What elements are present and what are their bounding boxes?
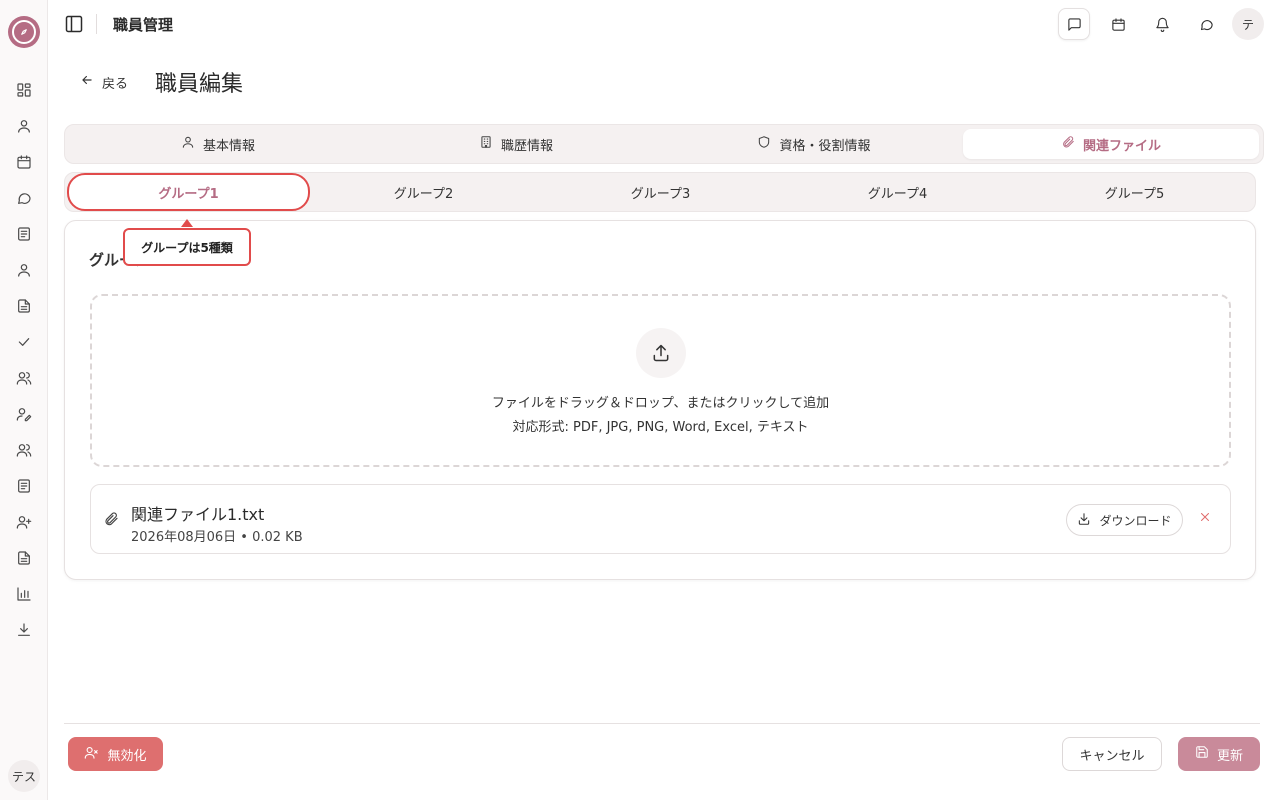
file-list-item: 関連ファイル1.txt 2026年08月06日 • 0.02 KB ダウンロード bbox=[90, 484, 1231, 554]
file-text-icon[interactable] bbox=[12, 546, 36, 570]
tab-label: 関連ファイル bbox=[1082, 138, 1161, 154]
tab-label: 基本情報 bbox=[202, 138, 255, 154]
bell-icon[interactable] bbox=[1146, 8, 1178, 40]
download-icon bbox=[1077, 512, 1091, 529]
dropzone-formats: 対応形式: PDF, JPG, PNG, Word, Excel, テキスト bbox=[512, 420, 809, 435]
paperclip-icon bbox=[103, 511, 119, 527]
paperclip-icon bbox=[1061, 135, 1075, 153]
dashboard-icon[interactable] bbox=[12, 78, 36, 102]
user-icon bbox=[181, 135, 195, 153]
users-icon[interactable] bbox=[12, 366, 36, 390]
user-icon[interactable] bbox=[12, 114, 36, 138]
file-dropzone[interactable]: ファイルをドラッグ＆ドロップ、またはクリックして追加 対応形式: PDF, JP… bbox=[90, 294, 1231, 467]
message-circle-icon[interactable] bbox=[1190, 8, 1222, 40]
main-tabs: 基本情報 職歴情報 資格・役割情報 関連ファイル bbox=[64, 124, 1264, 164]
check-icon[interactable] bbox=[12, 330, 36, 354]
group-tab-2[interactable]: グループ2 bbox=[305, 174, 542, 210]
cancel-button[interactable]: キャンセル bbox=[1062, 737, 1162, 771]
sidebar-rail: テス bbox=[0, 0, 48, 800]
bar-chart-icon[interactable] bbox=[12, 582, 36, 606]
chat-icon[interactable] bbox=[12, 186, 36, 210]
download-label: ダウンロード bbox=[1099, 513, 1172, 528]
footer-divider bbox=[64, 723, 1260, 724]
tab-qualifications[interactable]: 資格・役割情報 bbox=[665, 129, 963, 159]
user-avatar[interactable]: テ bbox=[1232, 8, 1264, 40]
files-card: グループ1 ファイルをドラッグ＆ドロップ、またはクリックして追加 対応形式: P… bbox=[64, 220, 1256, 580]
save-icon bbox=[1195, 745, 1209, 763]
tab-label: 職歴情報 bbox=[500, 138, 553, 154]
group-count-tooltip: グループは5種類 bbox=[123, 228, 251, 266]
calendar-icon[interactable] bbox=[1102, 8, 1134, 40]
disable-label: 無効化 bbox=[107, 748, 147, 764]
remove-file-button[interactable] bbox=[1196, 510, 1214, 528]
tab-label: 資格・役割情報 bbox=[779, 138, 871, 154]
tooltip-arrow bbox=[181, 219, 193, 227]
file-name: 関連ファイル1.txt bbox=[131, 505, 265, 524]
page-title: 職員編集 bbox=[155, 72, 244, 97]
group-tab-3[interactable]: グループ3 bbox=[542, 174, 779, 210]
app-title: 職員管理 bbox=[113, 16, 174, 34]
back-label: 戻る bbox=[102, 76, 129, 92]
tab-basic-info[interactable]: 基本情報 bbox=[69, 129, 367, 159]
group-tab-1[interactable]: グループ1 bbox=[67, 173, 310, 211]
building-icon bbox=[479, 135, 493, 153]
file-text-icon[interactable] bbox=[12, 294, 36, 318]
document-icon[interactable] bbox=[12, 222, 36, 246]
top-bar: 職員管理 テ bbox=[48, 0, 1280, 48]
shield-icon bbox=[757, 135, 771, 153]
group-tab-4[interactable]: グループ4 bbox=[779, 174, 1016, 210]
download-icon[interactable] bbox=[12, 618, 36, 642]
tab-career-info[interactable]: 職歴情報 bbox=[367, 129, 665, 159]
arrow-left-icon bbox=[80, 73, 94, 91]
user-plus-icon[interactable] bbox=[12, 510, 36, 534]
download-button[interactable]: ダウンロード bbox=[1066, 504, 1183, 536]
update-button[interactable]: 更新 bbox=[1178, 737, 1260, 771]
document-icon[interactable] bbox=[12, 474, 36, 498]
user-icon[interactable] bbox=[12, 258, 36, 282]
divider bbox=[96, 14, 97, 34]
back-button[interactable]: 戻る bbox=[80, 72, 128, 92]
message-square-icon[interactable] bbox=[1058, 8, 1090, 40]
disable-button[interactable]: 無効化 bbox=[68, 737, 163, 771]
user-x-icon bbox=[84, 745, 99, 764]
user-avatar-rail[interactable]: テス bbox=[8, 760, 40, 792]
group-tab-5[interactable]: グループ5 bbox=[1016, 174, 1253, 210]
upload-icon bbox=[636, 328, 686, 378]
compass-icon bbox=[12, 20, 36, 44]
tab-related-files[interactable]: 関連ファイル bbox=[963, 129, 1259, 159]
file-meta: 2026年08月06日 • 0.02 KB bbox=[131, 530, 303, 545]
calendar-icon[interactable] bbox=[12, 150, 36, 174]
sidebar-toggle-icon[interactable] bbox=[64, 14, 84, 34]
close-icon bbox=[1199, 511, 1211, 527]
users-icon[interactable] bbox=[12, 438, 36, 462]
update-label: 更新 bbox=[1216, 748, 1243, 764]
app-logo[interactable] bbox=[8, 16, 40, 48]
user-edit-icon[interactable] bbox=[12, 402, 36, 426]
dropzone-instruction: ファイルをドラッグ＆ドロップ、またはクリックして追加 bbox=[491, 396, 830, 411]
group-tabs: グループ1 グループ2 グループ3 グループ4 グループ5 bbox=[64, 172, 1256, 212]
